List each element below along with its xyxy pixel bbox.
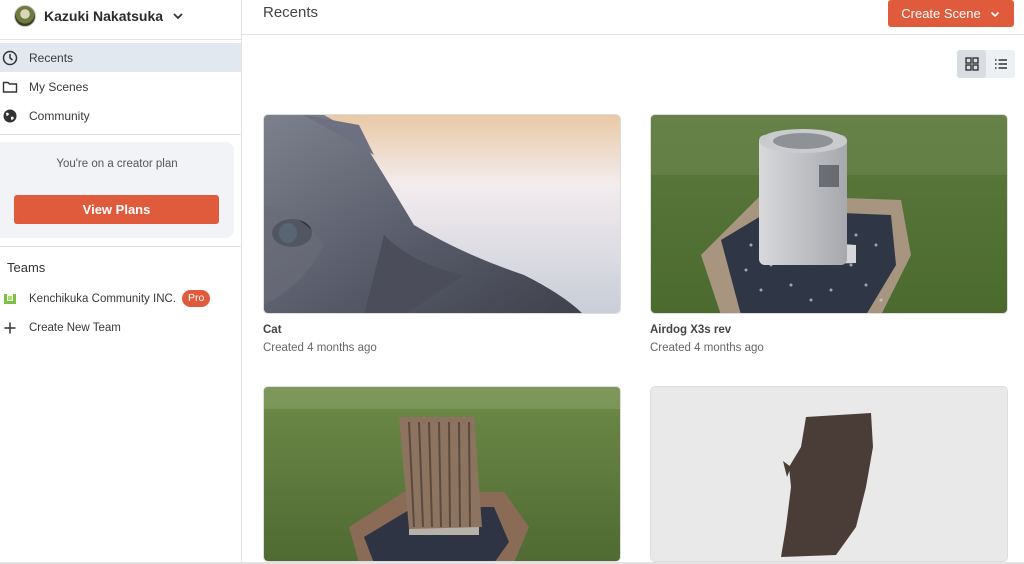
globe-icon bbox=[3, 109, 17, 122]
page-title: Recents bbox=[263, 4, 319, 21]
sidebar: Kazuki Nakatsuka Recents My Scenes Commu… bbox=[0, 0, 242, 564]
plus-icon bbox=[4, 322, 16, 334]
team-item[interactable]: Kenchikuka Community INC. Pro bbox=[0, 287, 241, 311]
scene-title[interactable]: Airdog X3s rev bbox=[650, 324, 731, 336]
clock-icon bbox=[2, 50, 18, 65]
create-team-label: Create New Team bbox=[29, 322, 121, 334]
divider bbox=[0, 246, 242, 247]
chevron-down-icon bbox=[173, 13, 183, 20]
model-silhouette-thumbnail-image bbox=[651, 387, 1007, 561]
page-header: Recents Create Scene bbox=[242, 0, 1024, 35]
scene-thumbnail[interactable] bbox=[650, 114, 1008, 314]
grid-icon bbox=[964, 57, 979, 71]
create-team-button[interactable]: Create New Team bbox=[0, 316, 241, 340]
scene-meta: Created 4 months ago bbox=[650, 342, 764, 354]
grid-view-button[interactable] bbox=[957, 50, 986, 78]
folder-icon bbox=[2, 81, 18, 93]
list-view-button[interactable] bbox=[986, 50, 1015, 78]
air-purifier-thumbnail-image bbox=[651, 115, 1007, 313]
sidebar-item-community[interactable]: Community bbox=[0, 101, 241, 130]
sidebar-item-label: Community bbox=[29, 108, 90, 123]
plan-panel: You're on a creator plan View Plans bbox=[0, 142, 234, 238]
teams-heading: Teams bbox=[7, 260, 46, 275]
plan-text: You're on a creator plan bbox=[56, 158, 178, 170]
scene-thumbnail[interactable] bbox=[263, 386, 621, 562]
create-scene-button[interactable]: Create Scene bbox=[888, 0, 1014, 27]
sidebar-item-label: My Scenes bbox=[29, 79, 89, 94]
scene-thumbnail[interactable] bbox=[263, 114, 621, 314]
divider bbox=[0, 134, 242, 135]
sidebar-item-recents[interactable]: Recents bbox=[0, 43, 241, 72]
scene-meta: Created 4 months ago bbox=[263, 342, 377, 354]
user-name: Kazuki Nakatsuka bbox=[44, 8, 164, 24]
sidebar-item-label: Recents bbox=[29, 50, 74, 65]
chevron-down-icon bbox=[990, 11, 999, 17]
view-toggle bbox=[957, 50, 1015, 78]
team-name: Kenchikuka Community INC. bbox=[29, 293, 176, 305]
list-icon bbox=[994, 59, 1007, 69]
team-logo-icon bbox=[4, 294, 16, 304]
create-scene-label: Create Scene bbox=[901, 6, 981, 21]
view-plans-button[interactable]: View Plans bbox=[14, 195, 219, 224]
user-menu[interactable]: Kazuki Nakatsuka bbox=[14, 4, 185, 28]
cat-thumbnail-image bbox=[264, 115, 620, 313]
divider bbox=[0, 39, 242, 40]
scene-thumbnail[interactable] bbox=[650, 386, 1008, 562]
pro-badge: Pro bbox=[182, 290, 211, 307]
sidebar-item-my-scenes[interactable]: My Scenes bbox=[0, 72, 241, 101]
scene-title[interactable]: Cat bbox=[263, 324, 282, 336]
trash-bin-thumbnail-image bbox=[264, 387, 620, 561]
avatar bbox=[14, 5, 36, 27]
